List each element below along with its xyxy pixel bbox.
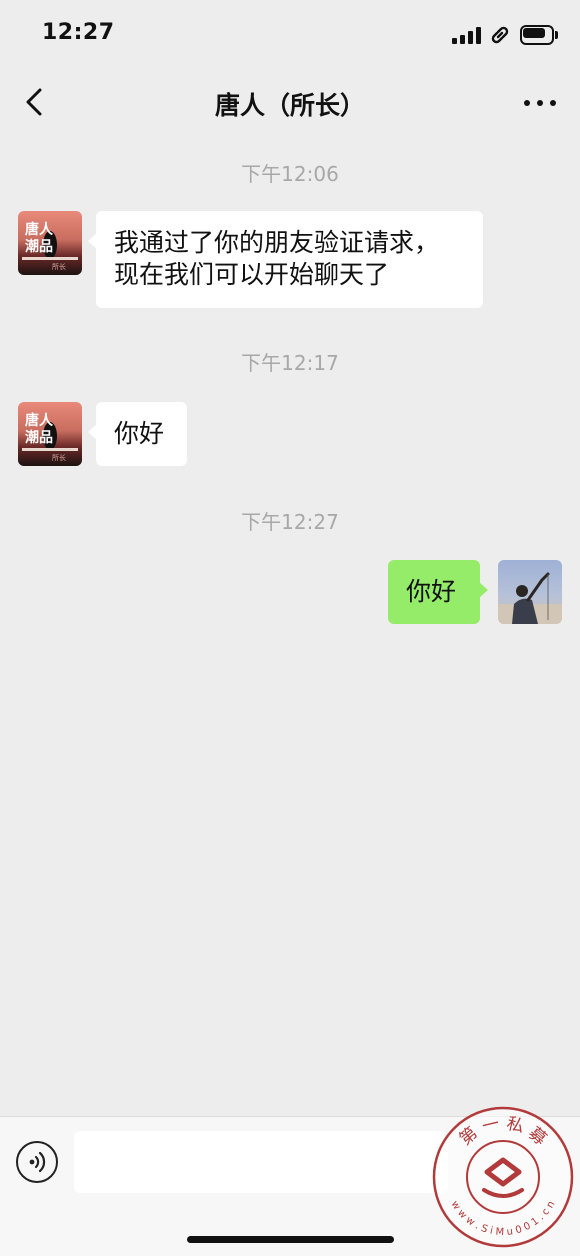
personal-hotspot-icon: [491, 26, 509, 44]
contact-avatar-image: 唐人 潮品 所长: [22, 412, 78, 462]
home-indicator: [187, 1236, 394, 1243]
message-text: 你好: [114, 419, 165, 448]
contact-avatar-image: 唐人 潮品 所长: [22, 221, 78, 271]
message-input[interactable]: [74, 1131, 448, 1193]
message-timestamp: 下午12:27: [241, 510, 339, 534]
voice-input-button[interactable]: [16, 1141, 58, 1183]
message-timestamp: 下午12:06: [241, 162, 339, 186]
incoming-message-bubble[interactable]: 你好: [88, 402, 187, 466]
battery-icon: [520, 25, 558, 45]
voice-icon: [29, 1151, 46, 1173]
message-timestamp: 下午12:17: [241, 351, 339, 375]
contact-avatar-text-3: 所长: [52, 262, 66, 271]
self-avatar[interactable]: [498, 560, 562, 624]
incoming-message-bubble[interactable]: 我通过了你的朋友验证请求， 现在我们可以开始聊天了: [88, 211, 483, 308]
contact-avatar-text-1: 唐人: [25, 221, 54, 238]
chat-title: 唐人（所长）: [214, 91, 365, 120]
more-options-button[interactable]: [522, 86, 558, 118]
outgoing-message-bubble[interactable]: 你好: [388, 560, 488, 624]
chat-header: 唐人（所长）: [0, 70, 580, 136]
contact-avatar[interactable]: 唐人 潮品 所长: [18, 402, 82, 466]
message-text: 你好: [406, 577, 457, 606]
contact-avatar-text-2: 潮品: [25, 238, 53, 255]
watermark-stamp: 第 一 私 募 w w w . S i M u 0 0 1 . c n: [432, 1106, 574, 1248]
message-text: 我通过了你的朋友验证请求， 现在我们可以开始聊天了: [114, 228, 440, 289]
contact-avatar-text-2: 潮品: [25, 429, 53, 446]
contact-avatar[interactable]: 唐人 潮品 所长: [18, 211, 82, 275]
contact-avatar-text-1: 唐人: [25, 412, 54, 429]
contact-avatar-text-3: 所长: [52, 453, 66, 462]
status-time: 12:27: [42, 20, 115, 45]
self-avatar-image: [498, 572, 562, 624]
cellular-signal-icon: [452, 26, 482, 44]
status-bar: 12:27: [0, 0, 580, 70]
